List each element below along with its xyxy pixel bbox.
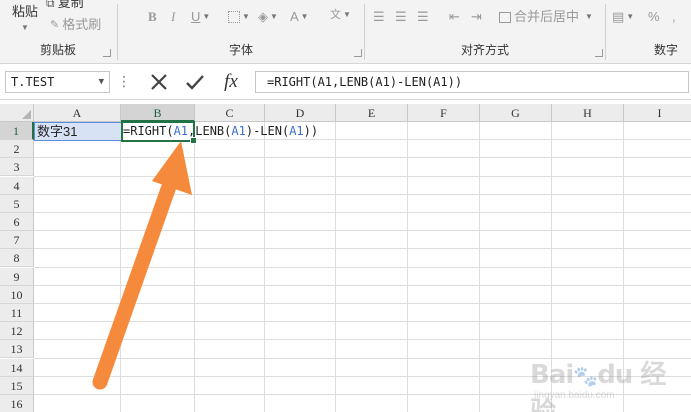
arrow-shaft <box>92 170 180 390</box>
baidu-jingyan-watermark: Bai🐾du 经验 jingyan.baidu.com <box>530 350 680 412</box>
watermark-url: jingyan.baidu.com <box>534 390 615 401</box>
arrow-head <box>152 141 192 195</box>
watermark-logo: Bai🐾du 经验 <box>530 360 666 412</box>
